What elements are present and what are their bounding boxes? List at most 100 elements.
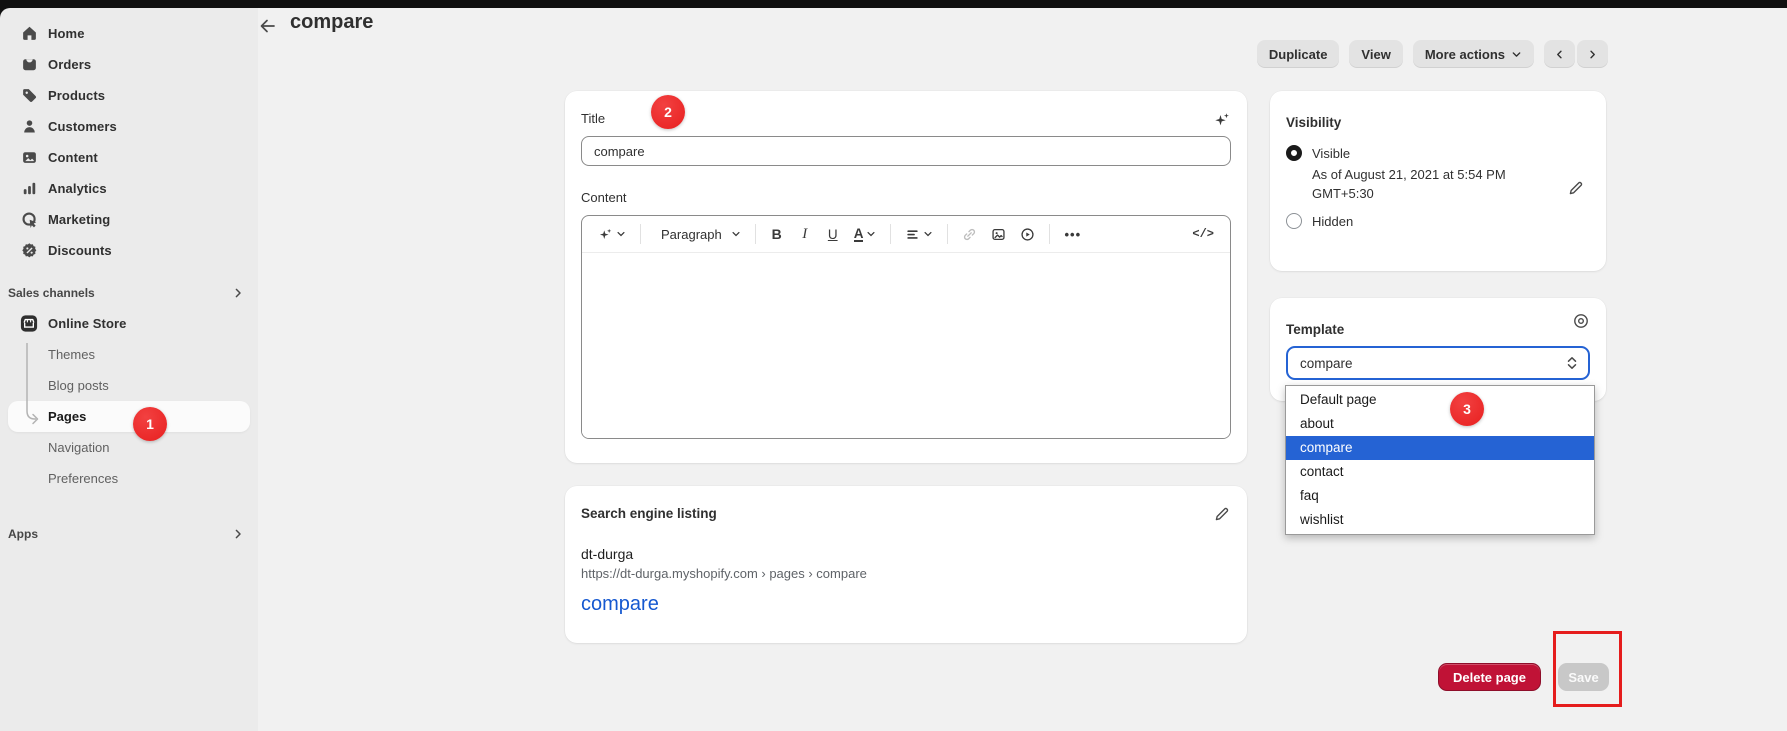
alignment-button[interactable] bbox=[899, 221, 939, 247]
sidebar-item-discounts[interactable]: Discounts bbox=[8, 235, 250, 266]
editor-toolbar: Paragraph B I U A bbox=[582, 216, 1230, 253]
hidden-label: Hidden bbox=[1312, 214, 1353, 229]
toolbar-divider bbox=[947, 224, 948, 244]
sidebar-item-label: Discounts bbox=[48, 243, 112, 258]
dropdown-option-faq[interactable]: faq bbox=[1286, 484, 1594, 508]
marketing-icon bbox=[20, 211, 38, 229]
sidebar-item-orders[interactable]: Orders bbox=[8, 49, 250, 80]
paragraph-style-dropdown[interactable]: Paragraph bbox=[649, 221, 747, 247]
bold-button[interactable]: B bbox=[764, 221, 790, 247]
toolbar-divider bbox=[755, 224, 756, 244]
save-button[interactable]: Save bbox=[1558, 663, 1609, 691]
editor-text-area[interactable] bbox=[582, 253, 1230, 439]
insert-video-button[interactable] bbox=[1014, 221, 1041, 247]
play-circle-icon bbox=[1020, 227, 1035, 242]
sidebar-item-label: Customers bbox=[48, 119, 117, 134]
admin-app: Home Orders Products Customers Content bbox=[0, 8, 1787, 731]
delete-page-button[interactable]: Delete page bbox=[1438, 663, 1541, 691]
template-heading: Template bbox=[1286, 322, 1590, 338]
next-page-button[interactable] bbox=[1577, 40, 1608, 68]
sidebar-item-blog-posts[interactable]: Blog posts bbox=[8, 370, 250, 401]
hidden-radio[interactable] bbox=[1286, 213, 1302, 229]
sidebar-item-themes[interactable]: Themes bbox=[8, 339, 250, 370]
underline-button[interactable]: U bbox=[820, 221, 846, 247]
magic-sparkle-icon[interactable] bbox=[1213, 111, 1231, 129]
dropdown-option-contact[interactable]: contact bbox=[1286, 460, 1594, 484]
home-icon bbox=[20, 25, 38, 43]
visible-label: Visible bbox=[1312, 146, 1350, 161]
visible-radio[interactable] bbox=[1286, 145, 1302, 161]
title-input[interactable] bbox=[581, 136, 1231, 166]
sidebar-item-label: Orders bbox=[48, 57, 91, 72]
view-button[interactable]: View bbox=[1349, 40, 1402, 68]
sidebar-item-content[interactable]: Content bbox=[8, 142, 250, 173]
sidebar-item-preferences[interactable]: Preferences bbox=[8, 463, 250, 494]
chevron-right-icon bbox=[232, 287, 244, 299]
duplicate-label: Duplicate bbox=[1269, 47, 1328, 62]
customers-icon bbox=[20, 118, 38, 136]
discounts-icon bbox=[20, 242, 38, 260]
edit-visibility-pencil-icon[interactable] bbox=[1567, 180, 1584, 197]
sidebar-item-online-store[interactable]: Online Store bbox=[8, 308, 250, 339]
sales-channels-header[interactable]: Sales channels bbox=[8, 278, 250, 308]
sidebar-item-label: Analytics bbox=[48, 181, 107, 196]
apps-header[interactable]: Apps bbox=[8, 519, 250, 549]
annotation-badge-3: 3 bbox=[1450, 392, 1484, 426]
dropdown-option-about[interactable]: about bbox=[1286, 412, 1594, 436]
chevron-down-icon bbox=[616, 229, 626, 239]
edit-pencil-icon[interactable] bbox=[1213, 506, 1231, 524]
previous-page-button[interactable] bbox=[1544, 40, 1575, 68]
magic-ai-button[interactable] bbox=[592, 221, 632, 247]
image-icon bbox=[991, 227, 1006, 242]
insert-image-button[interactable] bbox=[985, 221, 1012, 247]
text-color-button[interactable]: A bbox=[848, 221, 883, 247]
apps-label: Apps bbox=[8, 527, 38, 541]
content-field-label: Content bbox=[581, 190, 1231, 205]
analytics-icon bbox=[20, 180, 38, 198]
view-eye-icon[interactable] bbox=[1572, 312, 1590, 330]
show-html-button[interactable]: </> bbox=[1186, 221, 1220, 247]
align-left-icon bbox=[905, 227, 920, 242]
sidebar: Home Orders Products Customers Content bbox=[0, 8, 258, 731]
annotation-badge-2: 2 bbox=[651, 95, 685, 129]
visible-since-text: As of August 21, 2021 at 5:54 PM GMT+5:3… bbox=[1312, 165, 1550, 203]
duplicate-button[interactable]: Duplicate bbox=[1257, 40, 1340, 68]
view-label: View bbox=[1361, 47, 1390, 62]
sidebar-item-pages[interactable]: Pages bbox=[8, 401, 250, 432]
search-engine-listing-card: Search engine listing dt-durga https://d… bbox=[565, 486, 1247, 643]
sidebar-item-label: Blog posts bbox=[48, 378, 109, 393]
toolbar-divider bbox=[890, 224, 891, 244]
sidebar-item-label: Preferences bbox=[48, 471, 118, 486]
content-icon bbox=[20, 149, 38, 167]
magic-sparkle-icon bbox=[598, 227, 613, 242]
dropdown-option-default-page[interactable]: Default page bbox=[1286, 388, 1594, 412]
insert-link-button[interactable] bbox=[956, 221, 983, 247]
sidebar-item-products[interactable]: Products bbox=[8, 80, 250, 111]
sidebar-item-customers[interactable]: Customers bbox=[8, 111, 250, 142]
more-actions-button[interactable]: More actions bbox=[1413, 40, 1534, 68]
more-formatting-button[interactable]: ••• bbox=[1058, 221, 1087, 247]
sidebar-item-analytics[interactable]: Analytics bbox=[8, 173, 250, 204]
sidebar-item-label: Themes bbox=[48, 347, 95, 362]
sidebar-item-label: Content bbox=[48, 150, 98, 165]
dropdown-option-compare[interactable]: compare bbox=[1286, 436, 1594, 460]
seo-page-link[interactable]: compare bbox=[581, 593, 659, 616]
sidebar-item-marketing[interactable]: Marketing bbox=[8, 204, 250, 235]
chevron-right-icon bbox=[232, 528, 244, 540]
back-button[interactable] bbox=[258, 16, 278, 36]
sidebar-item-label: Products bbox=[48, 88, 105, 103]
italic-button[interactable]: I bbox=[792, 221, 818, 247]
sidebar-item-navigation[interactable]: Navigation bbox=[8, 432, 250, 463]
select-updown-icon bbox=[1566, 356, 1578, 370]
template-selected-value: compare bbox=[1300, 356, 1353, 371]
rich-text-editor: Paragraph B I U A bbox=[581, 215, 1231, 439]
seo-breadcrumb-url: https://dt-durga.myshopify.com › pages ›… bbox=[581, 566, 1231, 581]
sales-channels-label: Sales channels bbox=[8, 286, 95, 300]
orders-icon bbox=[20, 56, 38, 74]
template-select[interactable]: compare bbox=[1286, 346, 1590, 380]
sidebar-item-home[interactable]: Home bbox=[8, 18, 250, 49]
seo-card-heading: Search engine listing bbox=[581, 506, 1231, 522]
online-store-icon bbox=[20, 315, 38, 333]
toolbar-divider bbox=[1049, 224, 1050, 244]
dropdown-option-wishlist[interactable]: wishlist bbox=[1286, 508, 1594, 532]
